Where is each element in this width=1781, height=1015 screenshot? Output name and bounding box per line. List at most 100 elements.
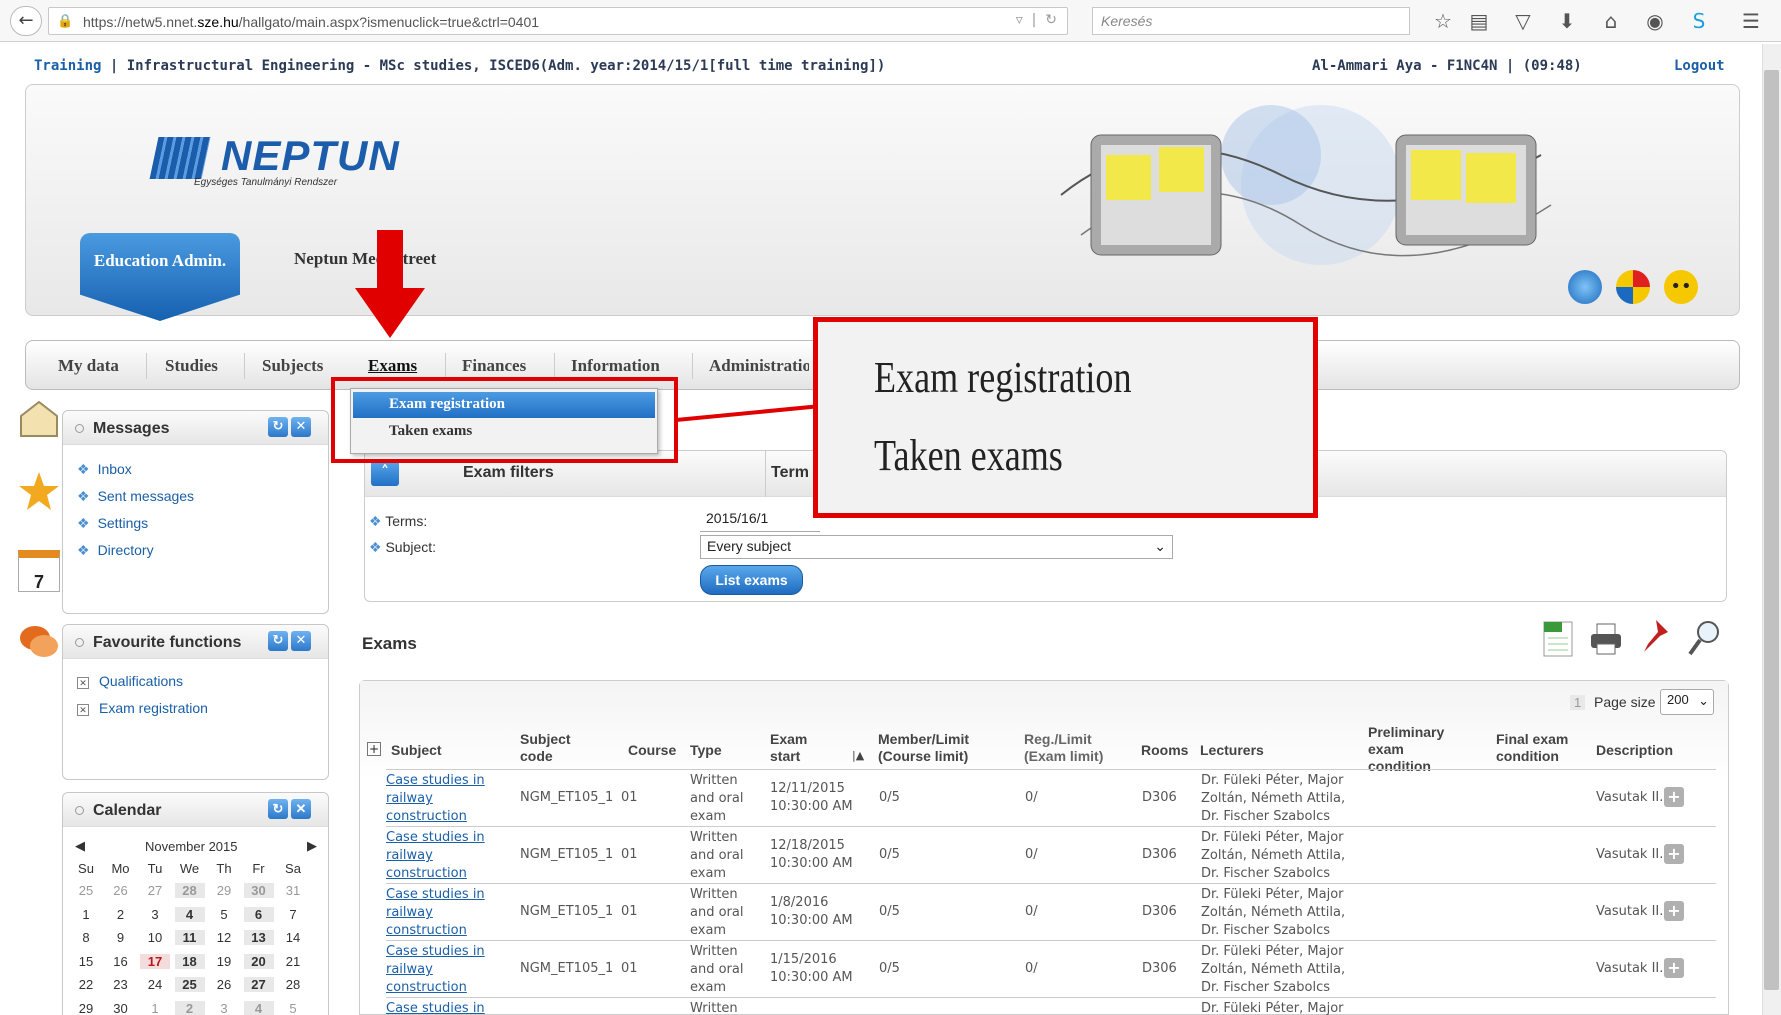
calendar-day[interactable]: 28 <box>278 977 308 992</box>
excel-export-icon[interactable] <box>1540 618 1576 658</box>
calendar-day[interactable]: 30 <box>243 883 274 898</box>
calendar-day[interactable]: 2 <box>106 907 136 922</box>
home-envelope-icon[interactable] <box>18 398 60 440</box>
col-member-limit[interactable]: Member/Limit (Course limit) <box>878 731 1003 765</box>
calendar-day[interactable]: 29 <box>71 1001 101 1015</box>
url-bar[interactable]: 🔒 https://netw5.nnet.sze.hu/hallgato/mai… <box>48 7 1068 35</box>
calendar-day[interactable]: 29 <box>209 883 239 898</box>
link-inbox[interactable]: ❖ Inbox <box>77 461 132 478</box>
expand-row-icon[interactable]: + <box>1664 787 1684 807</box>
col-subject[interactable]: Subject <box>391 742 442 759</box>
calendar-day[interactable]: 7 <box>278 907 308 922</box>
color-theme-icon[interactable] <box>1616 270 1650 304</box>
calendar-day[interactable]: 8 <box>71 930 101 945</box>
menu-studies[interactable]: Studies <box>165 356 218 376</box>
table-row[interactable]: Case studies in railway construction NGM_… <box>386 769 1716 826</box>
link-sent-messages[interactable]: ❖ Sent messages <box>77 488 194 505</box>
remove-box-icon[interactable]: ✕ <box>77 677 89 689</box>
reader-icon[interactable]: ▤ <box>1466 8 1492 34</box>
print-icon[interactable] <box>1588 618 1624 658</box>
calendar-day[interactable]: 11 <box>174 930 205 945</box>
close-icon[interactable]: ✕ <box>291 799 311 819</box>
calendar-day[interactable]: 26 <box>209 977 239 992</box>
terms-select[interactable]: 2015/16/1 <box>700 508 820 532</box>
calendar-day[interactable]: 9 <box>106 930 136 945</box>
pin-icon[interactable] <box>1638 618 1674 658</box>
calendar-day[interactable]: 25 <box>71 883 101 898</box>
col-type[interactable]: Type <box>690 742 722 759</box>
menu-exams[interactable]: Exams <box>368 356 417 376</box>
link-settings[interactable]: ❖ Settings <box>77 515 148 532</box>
calendar-day[interactable]: 4 <box>243 1000 274 1015</box>
menu-subjects[interactable]: Subjects <box>262 356 323 376</box>
calendar-day[interactable]: 27 <box>243 977 274 992</box>
col-final-exam[interactable]: Final exam condition <box>1496 731 1591 765</box>
calendar-day[interactable]: 24 <box>140 977 170 992</box>
menu-information[interactable]: Information <box>571 356 660 376</box>
refresh-icon[interactable]: ↻ <box>268 631 288 651</box>
calendar-day[interactable]: 18 <box>174 953 205 969</box>
expand-row-icon[interactable]: + <box>1664 958 1684 978</box>
accessibility-icon[interactable]: •• <box>1664 270 1698 304</box>
skype-icon[interactable]: S <box>1686 8 1712 34</box>
calendar-day[interactable]: 13 <box>243 930 274 945</box>
calendar-day[interactable]: 26 <box>106 883 136 898</box>
expand-all-icon[interactable]: + <box>367 742 381 756</box>
table-row[interactable]: Case studies in railway construction NGM_… <box>386 883 1716 940</box>
calendar-day[interactable]: 3 <box>209 1001 239 1015</box>
col-exam-start[interactable]: Exam start <box>770 731 820 765</box>
calendar-day[interactable]: 16 <box>106 954 136 969</box>
menu-finances[interactable]: Finances <box>462 356 526 376</box>
scrollbar-thumb[interactable] <box>1764 70 1779 990</box>
expand-row-icon[interactable]: + <box>1664 844 1684 864</box>
col-preliminary[interactable]: Preliminary exam condition <box>1368 724 1468 775</box>
calendar-day[interactable]: 23 <box>106 977 136 992</box>
close-icon[interactable]: ✕ <box>291 417 311 437</box>
calendar-day[interactable]: 28 <box>174 883 205 898</box>
subject-link[interactable]: Case studies in railway construction <box>386 830 485 881</box>
page-number[interactable]: 1 <box>1570 695 1586 710</box>
table-row[interactable]: Case studies in railway construction NGM_… <box>386 826 1716 883</box>
col-subject-code[interactable]: Subject code <box>520 731 600 765</box>
search-magnifier-icon[interactable] <box>1686 618 1722 658</box>
globe-icon[interactable] <box>1568 270 1602 304</box>
calendar-day[interactable]: 31 <box>278 883 308 898</box>
calendar-day[interactable]: 17 <box>140 953 170 969</box>
back-button[interactable]: ← <box>10 6 42 36</box>
list-exams-button[interactable]: List exams <box>700 565 803 595</box>
fav-exam-registration[interactable]: ✕ Exam registration <box>77 700 208 716</box>
tab-education-admin[interactable]: Education Admin. <box>80 233 240 321</box>
calendar-day[interactable]: 20 <box>243 953 274 969</box>
collapse-icon[interactable]: ˄ <box>371 460 399 486</box>
table-row[interactable]: Case studies in railway construction NGM_… <box>386 940 1716 997</box>
refresh-icon[interactable]: ↻ <box>268 417 288 437</box>
calendar-day[interactable]: 14 <box>278 930 308 945</box>
reload-icon[interactable]: ▿ | ↻ <box>1016 12 1057 28</box>
logout-link[interactable]: Logout <box>1674 58 1725 74</box>
calendar-day[interactable]: 22 <box>71 977 101 992</box>
sort-asc-icon[interactable]: |▲ <box>852 749 864 762</box>
close-icon[interactable]: ✕ <box>291 631 311 651</box>
calendar-day[interactable]: 2 <box>174 1000 205 1015</box>
table-row-partial[interactable]: Case studies in Written Dr. Füleki Péter, … <box>386 997 1716 1015</box>
calendar-day[interactable]: 19 <box>209 954 239 969</box>
subject-link[interactable]: Case studies in railway construction <box>386 887 485 938</box>
subject-select[interactable]: Every subject ⌄ <box>700 535 1173 559</box>
page-size-select[interactable]: 200 ⌄ <box>1660 689 1714 715</box>
calendar-day[interactable]: 21 <box>278 954 308 969</box>
subject-link[interactable]: Case studies in railway construction <box>386 773 485 824</box>
menu-administration[interactable]: Administration <box>709 356 809 376</box>
download-icon[interactable]: ⬇ <box>1554 8 1580 34</box>
calendar-day[interactable]: 10 <box>140 930 170 945</box>
calendar-day[interactable]: 6 <box>243 906 274 922</box>
chat-bubbles-icon[interactable] <box>18 622 60 664</box>
next-month-icon[interactable]: ▶ <box>307 838 317 854</box>
calendar-day[interactable]: 12 <box>209 930 239 945</box>
prev-month-icon[interactable]: ◀ <box>75 838 85 854</box>
star-icon[interactable] <box>18 470 60 512</box>
calendar-day[interactable]: 30 <box>106 1001 136 1015</box>
subject-link[interactable]: Case studies in railway construction <box>386 944 485 995</box>
calendar-day[interactable]: 15 <box>71 954 101 969</box>
col-lecturers[interactable]: Lecturers <box>1200 742 1264 759</box>
pocket-icon[interactable]: ▽ <box>1510 8 1536 34</box>
